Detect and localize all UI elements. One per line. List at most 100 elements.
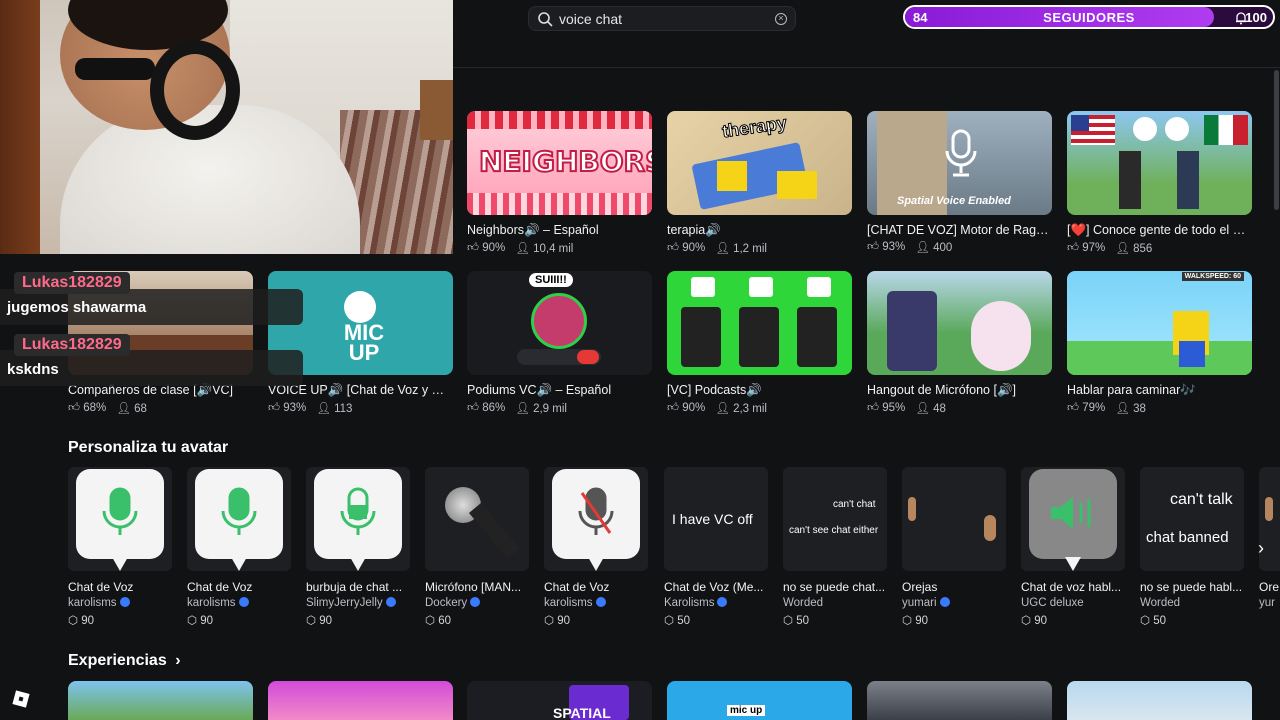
avatar-item-card[interactable]: can't talk chat banned no se puede habl...… [1140,467,1244,627]
game-thumbnail[interactable]: Spatial Voice Enabled [867,111,1052,215]
game-title: terapia🔊 [667,223,721,237]
avatar-item-thumbnail[interactable] [306,467,410,571]
game-title: [CHAT DE VOZ] Motor de Ragdoll [867,223,1052,237]
person-icon: 👤︎ [715,403,730,415]
chat-username: Lukas182829 [14,334,130,356]
game-players: 👤︎ 856 [1115,243,1153,255]
avatar-item-creator[interactable]: Worded [1140,597,1244,609]
game-stats: 👍︎ 93% 👤︎ 400 [867,240,1052,254]
verified-badge-icon [717,597,728,607]
avatar-item-card[interactable]: can't chat can't see chat either no se pue… [783,467,887,627]
experiences-label: Experiencias [68,652,167,669]
microphone-icon [221,487,257,535]
experience-thumbnail[interactable] [867,681,1052,720]
game-players: 👤︎ 38 [1115,403,1146,415]
robux-icon: ⬡ [68,615,82,627]
avatar-item-card[interactable]: Chat de voz habl... UGC deluxe ⬡ 90 [1021,467,1125,627]
clear-icon[interactable]: × [775,12,787,25]
game-card[interactable]: [VC] Podcasts🔊 👍︎ 90% 👤︎ 2,3 mil [667,271,852,415]
game-card[interactable]: [❤️] Conoce gente de todo el m... 👍︎ 97%… [1067,111,1252,255]
game-card[interactable]: therapy terapia🔊 👍︎ 90% 👤︎ 1,2 mil [667,111,852,255]
game-card[interactable]: SUIII!! Podiums VC🔊 – Español 👍︎ 86% 👤︎ … [467,271,652,415]
avatar-item-price: ⬡ 90 [306,615,333,627]
avatar-item-creator[interactable]: yur [1259,597,1280,609]
avatar-item-card[interactable]: Orejas yumari ⬡ 90 [902,467,1006,627]
avatar-item-card[interactable]: Micrófono [MAN... Dockery ⬡ 60 [425,467,529,627]
followers-goal: 100 [1245,10,1267,25]
experience-thumbnail[interactable] [1067,681,1252,720]
avatar-item-price: ⬡ 60 [425,615,452,627]
avatar-item-creator[interactable]: UGC deluxe [1021,597,1125,609]
experience-thumbnail[interactable]: SPATIAL [467,681,652,720]
verified-badge-icon [238,597,249,607]
avatar-item-creator[interactable]: Karolisms [664,597,768,609]
avatar-item-creator[interactable]: SlimyJerryJelly [306,597,410,609]
game-thumbnail[interactable]: WALKSPEED: 60 [1067,271,1252,375]
followers-goal-bar: 84 SEGUIDORES 100 [903,5,1275,29]
avatar-item-thumbnail[interactable]: I have VC off [664,467,768,571]
section-title-experiences[interactable]: Experiencias › [68,652,181,670]
avatar-item-card[interactable]: Chat de Voz karolisms ⬡ 90 [544,467,648,627]
game-thumbnail[interactable] [867,271,1052,375]
avatar-item-creator[interactable]: yumari [902,597,1006,609]
chevron-right-icon[interactable]: › [1248,535,1274,561]
microphone-icon [578,487,614,535]
game-thumbnail[interactable]: SUIII!! [467,271,652,375]
avatar-item-thumbnail[interactable] [544,467,648,571]
game-thumbnail[interactable]: therapy [667,111,852,215]
avatar-item-card[interactable]: Chat de Voz karolisms ⬡ 90 [68,467,172,627]
webcam-headset [150,40,240,140]
avatar-item-thumbnail[interactable] [902,467,1006,571]
game-players: 👤︎ 113 [316,403,353,415]
thumbs-up-icon: 👍︎ [467,402,480,414]
avatar-item-creator[interactable]: Worded [783,597,887,609]
person-icon: 👤︎ [1115,403,1130,415]
avatar-item-price: ⬡ 50 [664,615,691,627]
thumbs-up-icon: 👍︎ [667,242,680,254]
search-bar[interactable]: voice chat × [528,6,796,31]
robux-icon: ⬡ [783,615,797,627]
game-players: 👤︎ 400 [915,242,953,254]
scrollbar[interactable] [1274,70,1279,210]
avatar-item-name: Chat de Voz [68,580,134,594]
roblox-logo-icon[interactable] [12,690,30,708]
ear-icon [1265,497,1273,521]
game-stats: 👍︎ 86% 👤︎ 2,9 mil [467,401,652,415]
avatar-item-creator[interactable]: karolisms [68,597,172,609]
search-query[interactable]: voice chat [559,11,775,27]
search-icon [538,11,553,27]
avatar-item-thumbnail[interactable] [425,467,529,571]
chat-message: jugemos shawarma [7,299,147,316]
person-icon: 👤︎ [316,403,331,415]
game-card[interactable]: NEIGHBORS Neighbors🔊 – Español 👍︎ 90% 👤︎… [467,111,652,255]
experience-thumbnail[interactable] [268,681,453,720]
thumbs-up-icon: 👍︎ [667,402,680,414]
person-icon: 👤︎ [915,242,930,254]
game-title: [❤️] Conoce gente de todo el m... [1067,223,1252,237]
avatar-item-card[interactable]: burbuja de chat ... SlimyJerryJelly ⬡ 90 [306,467,410,627]
person-icon: 👤︎ [1115,243,1130,255]
game-thumbnail[interactable] [1067,111,1252,215]
avatar-item-thumbnail[interactable]: can't chat can't see chat either [783,467,887,571]
experience-thumbnail[interactable] [68,681,253,720]
game-thumbnail[interactable] [667,271,852,375]
avatar-item-creator[interactable]: karolisms [187,597,291,609]
game-card[interactable]: Hangout de Micrófono [🔊] 👍︎ 95% 👤︎ 48 [867,271,1052,415]
avatar-item-text: chat banned [1146,529,1229,546]
avatar-item-thumbnail[interactable] [1021,467,1125,571]
avatar-item-card[interactable]: Chat de Voz karolisms ⬡ 90 [187,467,291,627]
experience-thumbnail[interactable]: mic up [667,681,852,720]
game-rating: 👍︎ 93% [867,241,906,253]
avatar-item-thumbnail[interactable] [187,467,291,571]
avatar-item-thumbnail[interactable] [68,467,172,571]
section-title-avatar[interactable]: Personaliza tu avatar [68,439,228,457]
avatar-item-card[interactable]: I have VC off Chat de Voz (Me... Karolisms… [664,467,768,627]
avatar-item-name: no se puede habl... [1140,580,1243,594]
game-card[interactable]: Spatial Voice Enabled [CHAT DE VOZ] Moto… [867,111,1052,254]
avatar-item-thumbnail[interactable]: can't talk chat banned [1140,467,1244,571]
game-card[interactable]: WALKSPEED: 60 Hablar para caminar🎶 👍︎ 79… [1067,271,1252,415]
avatar-item-creator[interactable]: karolisms [544,597,648,609]
avatar-item-creator[interactable]: Dockery [425,597,529,609]
game-thumbnail[interactable]: NEIGHBORS [467,111,652,215]
game-stats: 👍︎ 79% 👤︎ 38 [1067,401,1252,415]
